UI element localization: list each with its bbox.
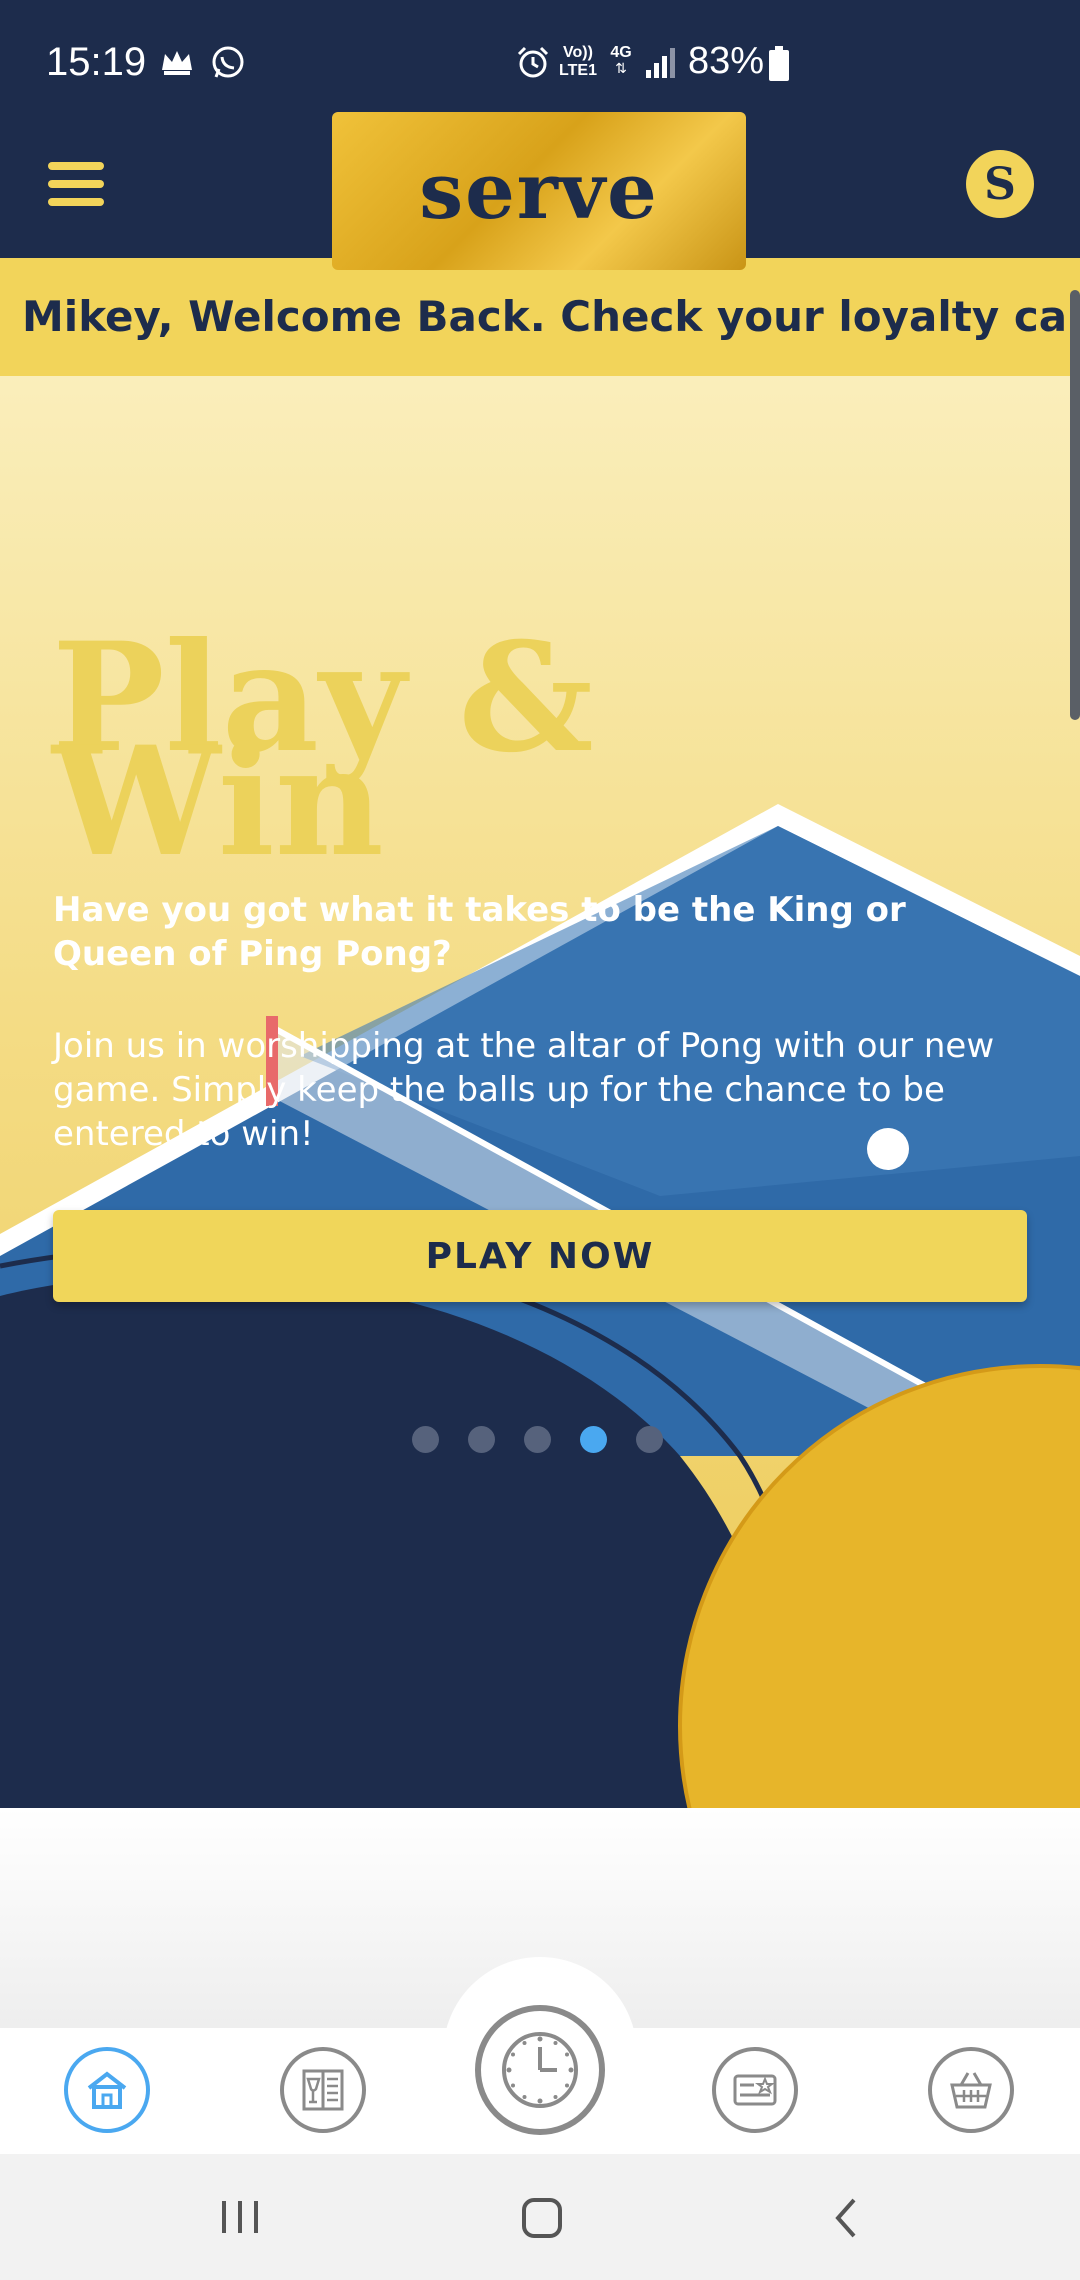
loyalty-card-icon (733, 2074, 777, 2106)
home-button[interactable] (512, 2188, 572, 2248)
recent-apps-icon (222, 2201, 258, 2233)
back-button[interactable] (816, 2188, 876, 2248)
carousel-dot-active[interactable] (580, 1426, 607, 1453)
volte-icon: Vo)) LTE1 (556, 44, 600, 80)
clock-icon (502, 2032, 578, 2108)
alarm-icon (517, 46, 549, 78)
battery-percent: 83% (688, 40, 765, 82)
play-now-label: PLAY NOW (425, 1235, 655, 1277)
logo-text: serve (419, 145, 659, 237)
carousel-dot[interactable] (636, 1426, 663, 1453)
drinks-menu-icon (302, 2069, 344, 2111)
back-chevron-icon (835, 2198, 856, 2238)
home-square-icon (522, 2198, 562, 2238)
volte-label-bottom: LTE1 (559, 62, 597, 79)
hero-title: Play & Win (52, 623, 752, 877)
carousel-dot[interactable] (468, 1426, 495, 1453)
battery-icon (769, 46, 789, 81)
tab-order-timer[interactable] (475, 2005, 605, 2135)
status-time: 15:19 (46, 40, 147, 84)
tab-drinks-menu[interactable] (280, 2047, 366, 2133)
tab-loyalty-card[interactable] (712, 2047, 798, 2133)
recent-apps-button[interactable] (210, 2192, 270, 2242)
system-nav-bar (0, 2154, 1080, 2280)
serve-logo[interactable]: serve (332, 112, 746, 270)
tab-home[interactable] (64, 2047, 150, 2133)
tab-basket[interactable] (928, 2047, 1014, 2133)
carousel-dots (412, 1426, 663, 1456)
carousel-dot[interactable] (412, 1426, 439, 1453)
basket-icon (950, 2072, 992, 2109)
signal-icon (646, 48, 675, 78)
hero-subtitle: Have you got what it takes to be the Kin… (53, 890, 906, 974)
hero-body: Join us in worshipping at the altar of P… (53, 1026, 995, 1154)
crown-icon (162, 51, 192, 75)
scrollbar[interactable] (1070, 290, 1080, 720)
carousel-dot[interactable] (524, 1426, 551, 1453)
hamburger-menu-icon[interactable] (48, 158, 108, 210)
network-4g-icon: 4G ⇅ (606, 44, 636, 76)
ticker-text: Mikey, Welcome Back. Check your loyalty … (22, 292, 1080, 341)
whatsapp-icon (212, 46, 244, 78)
serve-badge-icon[interactable]: S (966, 150, 1034, 218)
network-type-label: 4G (610, 44, 632, 61)
hero-banner: Play & Win Have you got what it takes to… (0, 376, 1080, 1808)
play-now-button[interactable]: PLAY NOW (53, 1210, 1027, 1302)
status-bar: 15:19 Vo)) LTE1 4G ⇅ 83% (0, 0, 1080, 130)
volte-label-top: Vo)) (563, 44, 593, 61)
home-icon (87, 2071, 127, 2109)
welcome-ticker: Mikey, Welcome Back. Check your loyalty … (0, 258, 1080, 376)
